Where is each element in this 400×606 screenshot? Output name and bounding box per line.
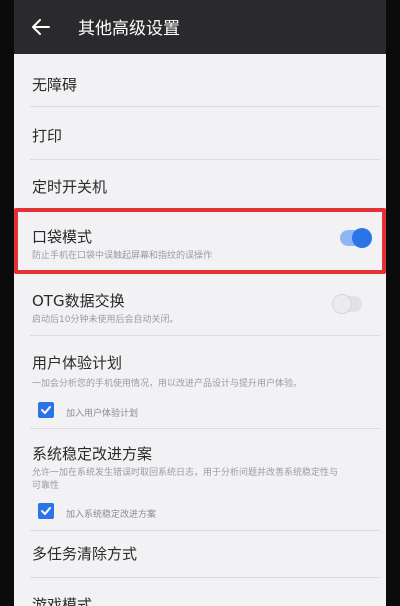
item-label: OTG数据交换 [32,292,125,310]
item-label: 系统稳定改进方案 [32,445,153,463]
item-description: 一加会分析您的手机使用情况，用以改进产品设计与提升用户体验。 [32,379,303,389]
item-label: 用户体验计划 [32,354,123,372]
system-stability-checkbox[interactable] [38,503,54,519]
item-label: 多任务清除方式 [32,545,138,563]
item-multitask-clear[interactable]: 多任务清除方式 [14,531,386,577]
settings-screen: 其他高级设置 无障碍 打印 定时开关机 口袋模式 防止手机在口袋中误触起屏幕和指… [14,0,386,606]
item-description: 启动后10分钟未使用后会自动关闭。 [32,315,179,325]
item-user-experience: 用户体验计划 一加会分析您的手机使用情况，用以改进产品设计与提升用户体验。 加入… [14,336,386,424]
page-title: 其他高级设置 [78,19,180,39]
item-description: 防止手机在口袋中误触起屏幕和指纹的误操作 [32,251,213,261]
item-description: 允许一加在系统发生错误时取回系统日志，用于分析问题并改善系统稳定性与 [32,468,339,478]
item-label: 定时开关机 [32,178,108,196]
item-print[interactable]: 打印 [14,107,386,159]
item-scheduled-power[interactable]: 定时开关机 [14,160,386,208]
item-pocket-mode[interactable]: 口袋模式 防止手机在口袋中误触起屏幕和指纹的误操作 [14,212,386,264]
item-description-line2: 可靠性 [32,481,60,491]
otg-toggle[interactable] [332,294,362,314]
item-label: 无障碍 [32,76,78,94]
checkbox-label: 加入系统稳定改进方案 [66,510,157,520]
check-icon [41,406,51,414]
item-otg[interactable]: OTG数据交换 启动后10分钟未使用后会自动关闭。 [14,280,386,332]
item-system-stability: 系统稳定改进方案 允许一加在系统发生错误时取回系统日志，用于分析问题并改善系统稳… [14,429,386,529]
item-game-mode[interactable]: 游戏模式 [14,578,386,606]
app-header: 其他高级设置 [14,0,386,54]
toggle-knob [332,294,352,314]
back-arrow-icon[interactable] [30,16,52,38]
checkbox-label: 加入用户体验计划 [66,409,139,419]
item-label: 游戏模式 [32,596,93,606]
pocket-mode-toggle[interactable] [340,228,372,248]
check-icon [41,507,51,515]
item-label: 打印 [32,127,63,145]
item-label: 口袋模式 [32,228,93,246]
item-accessibility[interactable]: 无障碍 [14,54,386,106]
toggle-knob [352,228,372,248]
user-experience-checkbox[interactable] [38,402,54,418]
